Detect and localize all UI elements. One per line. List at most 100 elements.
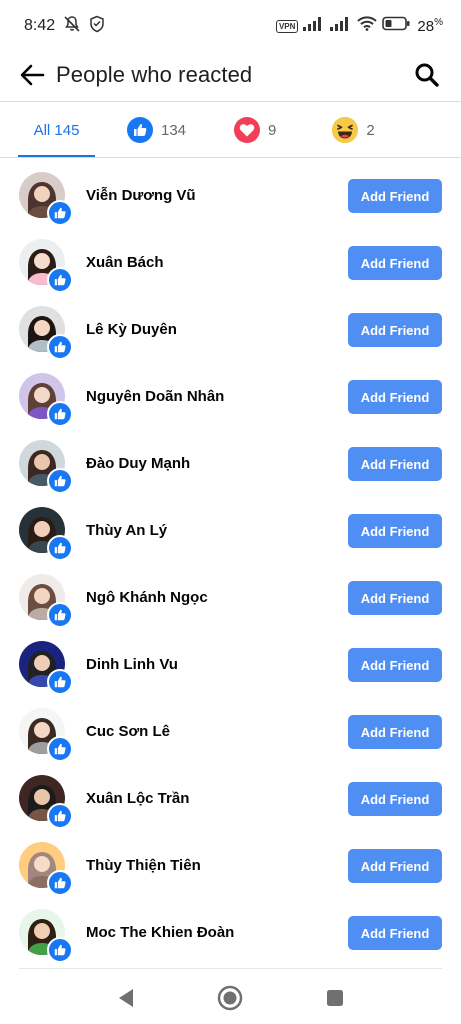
avatar-wrap <box>19 774 73 829</box>
avatar-wrap <box>19 841 73 896</box>
tab-all-label: All 145 <box>33 121 80 139</box>
tab-like-count: 134 <box>161 121 187 139</box>
people-list: Viễn Dương Vũ Add Friend Xuân Bách Add F… <box>0 162 461 966</box>
tab-all[interactable]: All 145 <box>18 102 95 158</box>
avatar-wrap <box>19 238 73 293</box>
back-button[interactable] <box>10 55 54 95</box>
avatar-wrap <box>19 171 73 226</box>
status-bar: 8:42 VPN 28% <box>0 0 461 52</box>
person-name[interactable]: Đào Duy Mạnh <box>86 455 190 472</box>
status-right: VPN 28% <box>275 16 443 36</box>
signal-icon-2 <box>330 16 352 36</box>
tabs-divider <box>0 157 461 158</box>
search-button[interactable] <box>409 57 445 93</box>
list-item[interactable]: Viễn Dương Vũ Add Friend <box>0 162 461 229</box>
list-item[interactable]: Xuân Bách Add Friend <box>0 229 461 296</box>
add-friend-button[interactable]: Add Friend <box>348 179 442 213</box>
like-badge-icon <box>47 869 73 896</box>
shield-icon <box>89 15 105 38</box>
wifi-icon <box>357 16 378 36</box>
like-badge-icon <box>47 333 73 360</box>
tab-love[interactable]: 9 <box>234 102 276 158</box>
add-friend-button[interactable]: Add Friend <box>348 313 442 347</box>
avatar-wrap <box>19 573 73 628</box>
tab-like[interactable]: 134 <box>127 102 186 158</box>
person-name[interactable]: Viễn Dương Vũ <box>86 187 196 204</box>
list-item[interactable]: Lê Kỳ Duyên Add Friend <box>0 296 461 363</box>
person-name[interactable]: Moc The Khien Đoàn <box>86 924 234 941</box>
add-friend-button[interactable]: Add Friend <box>348 380 442 414</box>
avatar-wrap <box>19 908 73 963</box>
tab-haha[interactable]: 2 <box>332 102 375 158</box>
person-name[interactable]: Thùy Thiện Tiên <box>86 857 201 874</box>
like-badge-icon <box>47 735 73 762</box>
tab-love-count: 9 <box>268 121 277 139</box>
list-bottom-divider <box>19 968 442 969</box>
add-friend-button[interactable]: Add Friend <box>348 581 442 615</box>
person-name[interactable]: Dinh Linh Vu <box>86 656 178 673</box>
like-icon <box>127 117 153 143</box>
love-icon <box>234 117 261 143</box>
nav-home-button[interactable] <box>214 982 246 1014</box>
list-item[interactable]: Xuân Lộc Trần Add Friend <box>0 765 461 832</box>
search-icon <box>415 63 439 87</box>
app-header: People who reacted <box>0 52 461 98</box>
add-friend-button[interactable]: Add Friend <box>348 648 442 682</box>
signal-icon <box>303 16 325 36</box>
avatar-wrap <box>19 506 73 561</box>
avatar-wrap <box>19 305 73 360</box>
nav-home-icon <box>217 985 243 1011</box>
person-name[interactable]: Xuân Lộc Trần <box>86 790 189 807</box>
person-name[interactable]: Thùy An Lý <box>86 522 167 539</box>
add-friend-button[interactable]: Add Friend <box>348 447 442 481</box>
like-badge-icon <box>47 199 73 226</box>
like-badge-icon <box>47 400 73 427</box>
nav-recents-icon <box>327 990 343 1006</box>
add-friend-button[interactable]: Add Friend <box>348 715 442 749</box>
list-item[interactable]: Thùy Thiện Tiên Add Friend <box>0 832 461 899</box>
like-badge-icon <box>47 802 73 829</box>
list-item[interactable]: Moc The Khien Đoàn Add Friend <box>0 899 461 966</box>
avatar-wrap <box>19 707 73 762</box>
add-friend-button[interactable]: Add Friend <box>348 514 442 548</box>
battery-percent: 28% <box>417 17 443 35</box>
list-item[interactable]: Đào Duy Mạnh Add Friend <box>0 430 461 497</box>
nav-back-button[interactable] <box>110 982 142 1014</box>
list-item[interactable]: Thùy An Lý Add Friend <box>0 497 461 564</box>
person-name[interactable]: Nguyên Doãn Nhân <box>86 388 224 405</box>
nav-recents-button[interactable] <box>319 982 351 1014</box>
add-friend-button[interactable]: Add Friend <box>348 246 442 280</box>
add-friend-button[interactable]: Add Friend <box>348 916 442 950</box>
person-name[interactable]: Xuân Bách <box>86 254 164 271</box>
list-item[interactable]: Nguyên Doãn Nhân Add Friend <box>0 363 461 430</box>
mute-icon <box>63 15 81 38</box>
avatar-wrap <box>19 439 73 494</box>
like-badge-icon <box>47 266 73 293</box>
avatar-wrap <box>19 372 73 427</box>
arrow-left-icon <box>20 64 45 86</box>
battery-value: 28 <box>417 18 435 35</box>
add-friend-button[interactable]: Add Friend <box>348 849 442 883</box>
list-item[interactable]: Dinh Linh Vu Add Friend <box>0 631 461 698</box>
person-name[interactable]: Cuc Sơn Lê <box>86 723 170 740</box>
like-badge-icon <box>47 936 73 963</box>
like-badge-icon <box>47 534 73 561</box>
status-time: 8:42 <box>24 17 56 34</box>
person-name[interactable]: Ngô Khánh Ngọc <box>86 589 208 606</box>
reaction-tabs: All 145 134 9 2 <box>0 102 461 158</box>
battery-unit: % <box>434 17 443 28</box>
system-nav-bar <box>0 972 461 1024</box>
nav-back-icon <box>119 989 133 1007</box>
person-name[interactable]: Lê Kỳ Duyên <box>86 321 177 338</box>
list-item[interactable]: Ngô Khánh Ngọc Add Friend <box>0 564 461 631</box>
like-badge-icon <box>47 467 73 494</box>
avatar-wrap <box>19 640 73 695</box>
vpn-badge: VPN <box>275 19 299 33</box>
list-item[interactable]: Cuc Sơn Lê Add Friend <box>0 698 461 765</box>
page-title: People who reacted <box>56 62 253 87</box>
battery-icon <box>382 16 410 36</box>
tab-haha-count: 2 <box>366 121 375 139</box>
haha-icon <box>332 117 359 143</box>
add-friend-button[interactable]: Add Friend <box>348 782 442 816</box>
like-badge-icon <box>47 601 73 628</box>
